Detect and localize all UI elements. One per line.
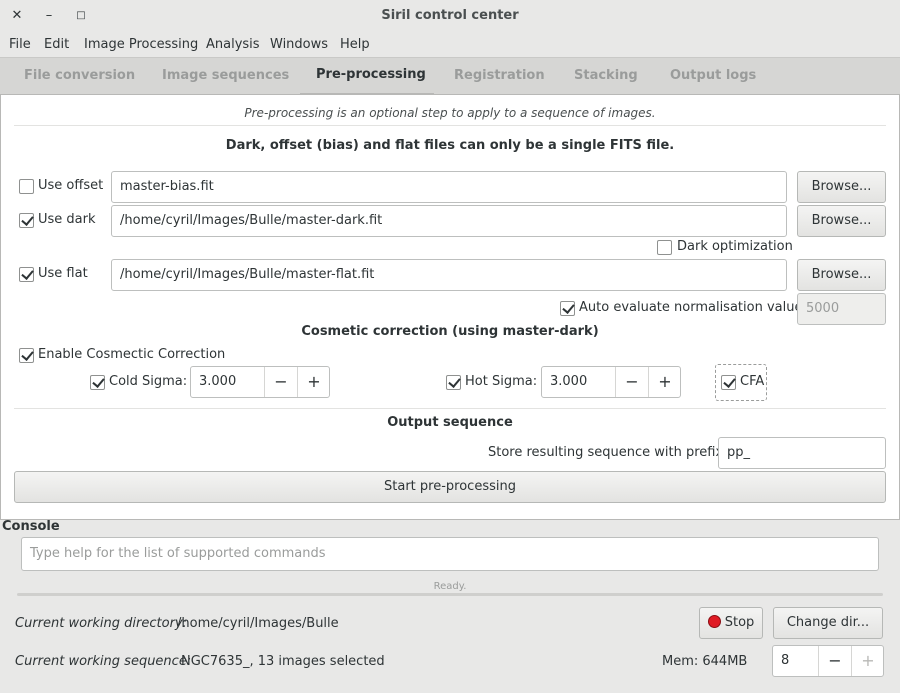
threads-decrement-icon[interactable]: −	[818, 646, 851, 676]
dark-file-field[interactable]: /home/cyril/Images/Bulle/master-dark.fit	[111, 205, 787, 237]
hot-sigma-spinner[interactable]: 3.000 − +	[541, 366, 681, 398]
flat-browse-button[interactable]: Browse...	[797, 259, 886, 291]
offset-file-field[interactable]: master-bias.fit	[111, 171, 787, 203]
use-dark-checkbox[interactable]	[19, 213, 34, 228]
cwd-value: /home/cyril/Images/Bulle	[177, 616, 339, 631]
sequence-value: NGC7635_, 13 images selected	[181, 654, 385, 669]
cold-sigma-increment-icon[interactable]: +	[297, 367, 330, 397]
cold-sigma-spinner[interactable]: 3.000 − +	[190, 366, 330, 398]
use-flat-label: Use flat	[38, 266, 88, 281]
auto-normalisation-label: Auto evaluate normalisation value	[579, 300, 803, 315]
menu-file[interactable]: File	[9, 37, 31, 52]
stop-icon	[707, 615, 721, 628]
title-bar: ✕ – □ Siril control center	[0, 0, 900, 33]
cosmetic-heading: Cosmetic correction (using master-dark)	[301, 324, 599, 339]
tab-pre-processing[interactable]: Pre-processing	[316, 67, 426, 82]
separator	[14, 408, 886, 409]
stop-button[interactable]: Stop	[699, 607, 763, 639]
threads-value[interactable]: 8	[781, 646, 789, 676]
menu-image-processing[interactable]: Image Processing	[84, 37, 198, 52]
progress-bar	[17, 593, 883, 596]
hot-sigma-label: Hot Sigma:	[465, 374, 538, 389]
change-dir-button[interactable]: Change dir...	[773, 607, 883, 639]
cwd-label: Current working directory:	[15, 616, 187, 631]
normalisation-value-field: 5000	[797, 293, 886, 325]
cold-sigma-checkbox[interactable]	[90, 375, 105, 390]
use-flat-checkbox[interactable]	[19, 267, 34, 282]
prefix-label: Store resulting sequence with prefix:	[488, 445, 728, 460]
enable-cosmetic-label: Enable Cosmectic Correction	[38, 347, 226, 362]
menu-analysis[interactable]: Analysis	[206, 37, 260, 52]
menu-help[interactable]: Help	[340, 37, 370, 52]
tab-file-conversion[interactable]: File conversion	[24, 68, 135, 83]
cfa-label: CFA	[740, 374, 765, 389]
console-command-input[interactable]: Type help for the list of supported comm…	[21, 537, 879, 571]
hot-sigma-increment-icon[interactable]: +	[648, 367, 681, 397]
window-title: Siril control center	[381, 8, 519, 23]
use-offset-label: Use offset	[38, 178, 104, 193]
menubar: File Edit Image Processing Analysis Wind…	[0, 33, 900, 57]
tab-registration[interactable]: Registration	[454, 68, 545, 83]
use-offset-checkbox[interactable]	[19, 179, 34, 194]
dark-optimization-label: Dark optimization	[677, 239, 793, 254]
prefix-field[interactable]: pp_	[718, 437, 886, 469]
sequence-label: Current working sequence:	[15, 654, 192, 669]
tab-bar: File conversion Image sequences Pre-proc…	[0, 57, 900, 96]
hot-sigma-decrement-icon[interactable]: −	[615, 367, 648, 397]
hot-sigma-value[interactable]: 3.000	[550, 367, 587, 397]
dark-optimization-checkbox[interactable]	[657, 240, 672, 255]
memory-usage: Mem: 644MB	[662, 654, 748, 669]
cfa-checkbox[interactable]	[721, 375, 736, 390]
tab-stacking[interactable]: Stacking	[574, 68, 638, 83]
hot-sigma-checkbox[interactable]	[446, 375, 461, 390]
start-preprocessing-button[interactable]: Start pre-processing	[14, 471, 886, 503]
auto-normalisation-checkbox[interactable]	[560, 301, 575, 316]
dark-browse-button[interactable]: Browse...	[797, 205, 886, 237]
cold-sigma-label: Cold Sigma:	[109, 374, 188, 389]
menu-windows[interactable]: Windows	[270, 37, 328, 52]
tab-image-sequences[interactable]: Image sequences	[162, 68, 289, 83]
flat-file-field[interactable]: /home/cyril/Images/Bulle/master-flat.fit	[111, 259, 787, 291]
separator	[14, 125, 886, 126]
use-dark-label: Use dark	[38, 212, 96, 227]
cold-sigma-decrement-icon[interactable]: −	[264, 367, 297, 397]
offset-browse-button[interactable]: Browse...	[797, 171, 886, 203]
progress-status-text: Ready.	[433, 581, 467, 592]
intro-text: Pre-processing is an optional step to ap…	[244, 106, 656, 120]
console-label: Console	[2, 519, 60, 534]
menu-edit[interactable]: Edit	[44, 37, 69, 52]
threads-increment-icon: +	[851, 646, 884, 676]
output-heading: Output sequence	[387, 415, 513, 430]
threads-spinner[interactable]: 8 − +	[772, 645, 884, 677]
enable-cosmetic-checkbox[interactable]	[19, 348, 34, 363]
tab-output-logs[interactable]: Output logs	[670, 68, 756, 83]
cold-sigma-value[interactable]: 3.000	[199, 367, 236, 397]
files-note: Dark, offset (bias) and flat files can o…	[225, 138, 675, 153]
stop-button-label: Stop	[724, 615, 755, 630]
